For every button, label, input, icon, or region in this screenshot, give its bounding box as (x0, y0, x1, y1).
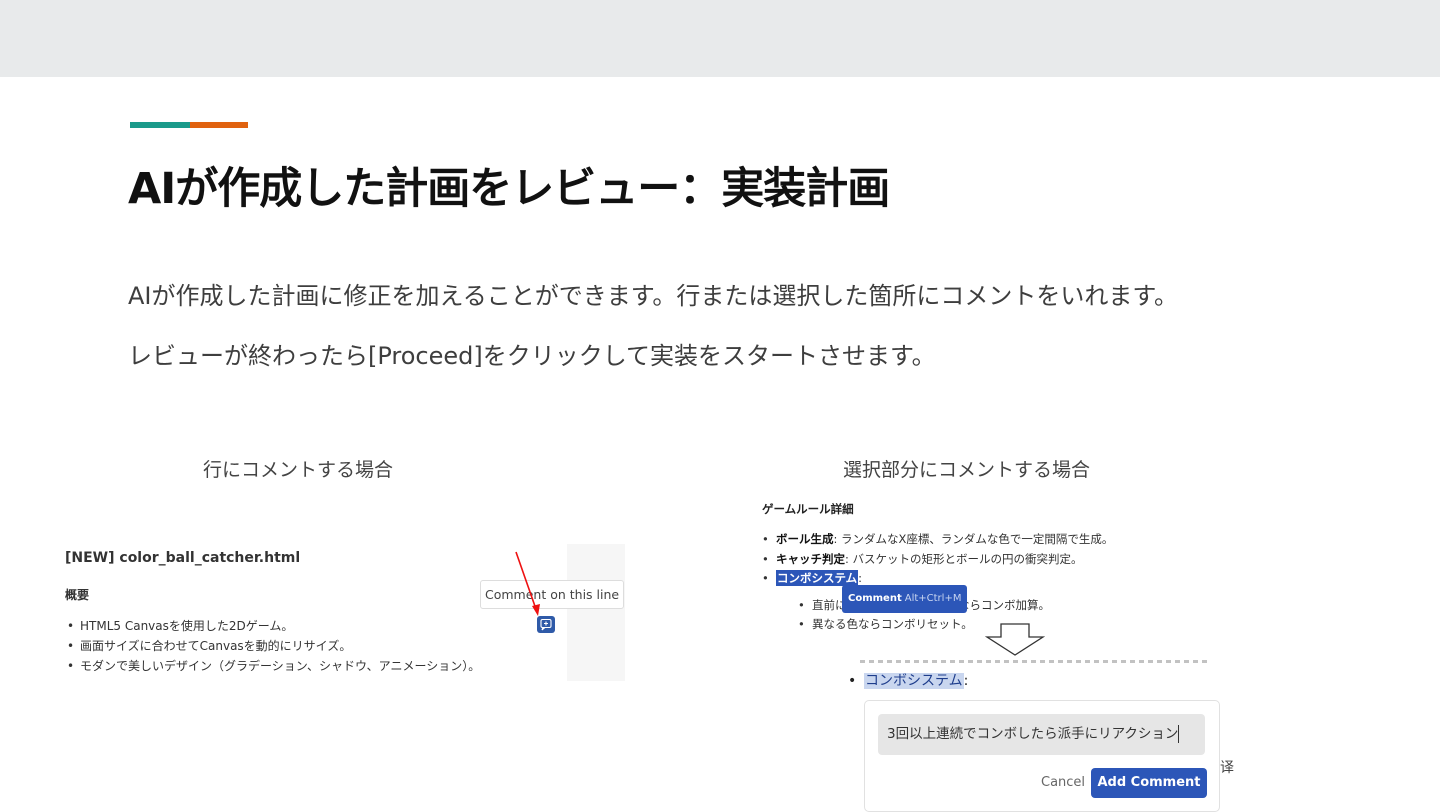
add-comment-button[interactable]: Add Comment (1091, 768, 1207, 798)
cancel-button[interactable]: Cancel (1041, 775, 1085, 790)
title-accent-bar (130, 122, 248, 128)
slide-title: AIが作成した計画をレビュー：実装計画 (128, 164, 890, 214)
accent-teal (130, 122, 190, 128)
list-item: モダンで美しいデザイン（グラデーション、シャドウ、アニメーション）。 (65, 656, 480, 676)
list-item: 画面サイズに合わせてCanvasを動的にリサイズ。 (65, 636, 480, 656)
comment-shortcut-button[interactable]: Comment Alt+Ctrl+M (842, 585, 968, 613)
section-heading: 概要 (65, 588, 90, 602)
comment-gutter (567, 544, 625, 681)
selection-comment-screenshot: ゲームルール詳細 • ボール生成: ランダムなX座標、ランダムな色で一定間隔で生成… (760, 495, 1250, 812)
selection-comment-caption: 選択部分にコメントする場合 (843, 459, 1091, 481)
accent-orange (190, 122, 248, 128)
cropped-text-edge (860, 660, 1210, 663)
text-caret (1178, 725, 1180, 743)
list-item: • 異なる色ならコンボリセット。 (798, 617, 973, 631)
list-item: HTML5 Canvasを使用した2Dゲーム。 (65, 616, 480, 636)
pointer-arrow-icon (515, 551, 540, 616)
highlighted-list-item: • コンボシステム: (848, 673, 969, 689)
file-title: [NEW] color_ball_catcher.html (65, 550, 301, 566)
list-item: • キャッチ判定: バスケットの矩形とボールの円の衝突判定。 (762, 552, 1083, 566)
selected-text[interactable]: コンボシステム (776, 570, 859, 586)
overview-list: HTML5 Canvasを使用した2Dゲーム。 画面サイズに合わせてCanvas… (65, 616, 480, 676)
down-arrow-icon (985, 623, 1045, 656)
comment-card: 3回以上連続でコンボしたら派手にリアクション Cancel Add Commen… (864, 700, 1220, 812)
list-item: • コンボシステム: (762, 570, 863, 586)
line-comment-caption: 行にコメントする場合 (203, 459, 394, 481)
top-band (0, 0, 1440, 77)
line-comment-screenshot: [NEW] color_ball_catcher.html 概要 HTML5 C… (60, 540, 626, 682)
list-item: • ボール生成: ランダムなX座標、ランダムな色で一定間隔で生成。 (762, 532, 1114, 546)
proceed-paragraph: レビューが終わったら[Proceed]をクリックして実装をスタートさせます。 (128, 342, 936, 370)
comment-input[interactable]: 3回以上連続でコンボしたら派手にリアクション (878, 714, 1205, 755)
background-text-fragment: 译 (1220, 760, 1234, 776)
intro-paragraph: AIが作成した計画に修正を加えることができます。行または選択した箇所にコメントを… (128, 282, 1178, 310)
rules-section-heading: ゲームルール詳細 (762, 502, 854, 516)
